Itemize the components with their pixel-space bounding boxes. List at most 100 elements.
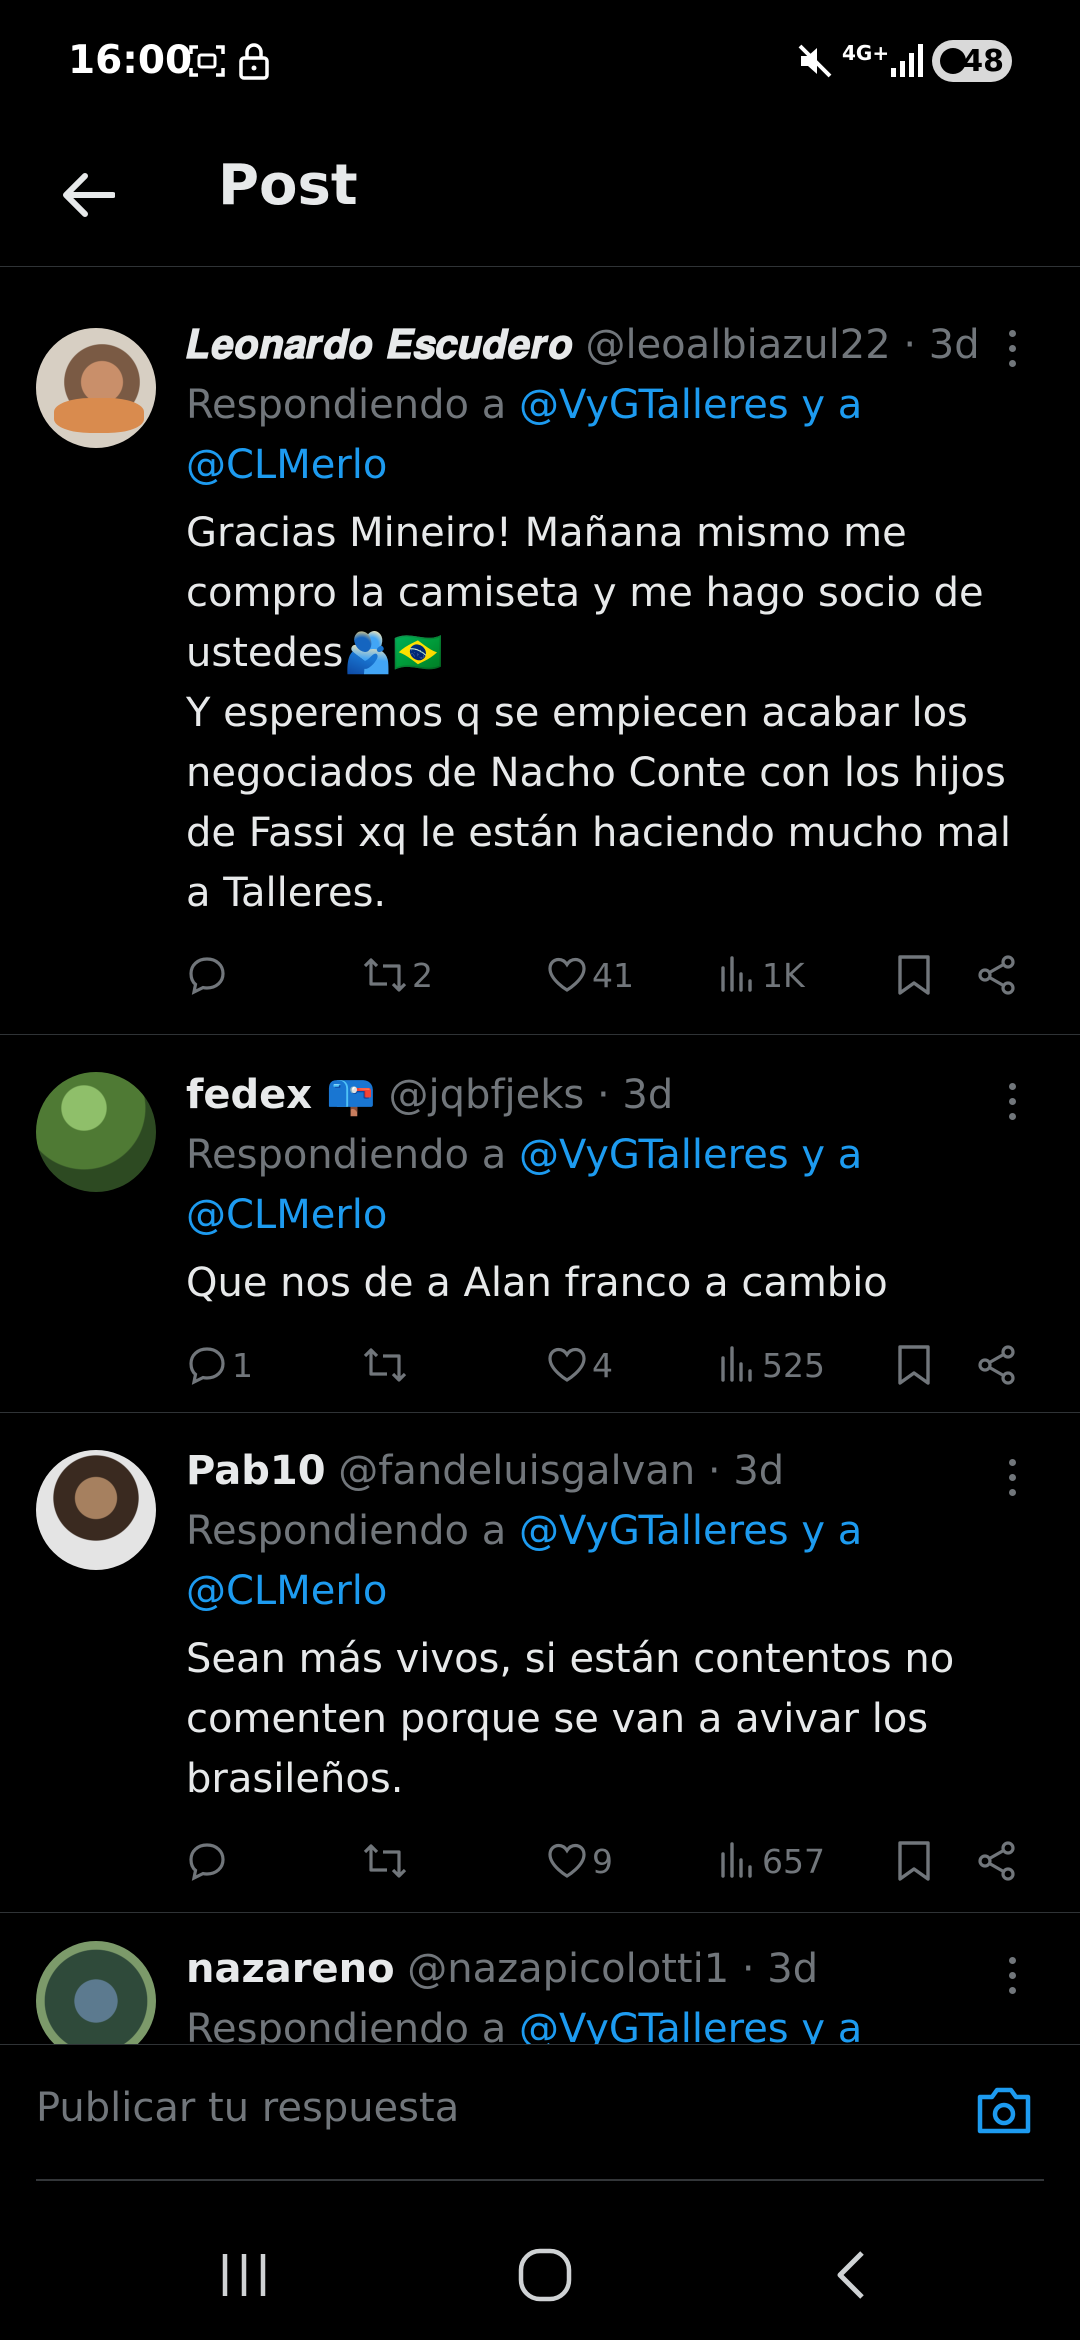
replying-to-label: Respondiendo a [186, 1508, 519, 1554]
author-handle[interactable]: @leoalbiazul22 [585, 322, 890, 368]
retweet-icon [363, 1844, 407, 1878]
reply-input[interactable]: Publicar tu respuesta [36, 2085, 459, 2131]
more-options-icon[interactable] [992, 1447, 1032, 1507]
mention-link[interactable]: @VyGTalleres y a [519, 2006, 862, 2044]
signal-icon [890, 42, 924, 82]
author-handle[interactable]: @jqbfjeks [389, 1072, 585, 1118]
retweet-count: 2 [412, 955, 433, 995]
replying-to-label: Respondiendo a [186, 2006, 519, 2044]
bookmark-button[interactable] [896, 945, 932, 1005]
back-button[interactable] [48, 155, 128, 235]
tweet[interactable]: Pab10 @fandeluisgalvan · 3d Respondiendo… [0, 1413, 1080, 1913]
views-count: 525 [762, 1345, 825, 1385]
tweet-time: · 3d [903, 322, 980, 368]
network-type: 4G+ [842, 41, 890, 65]
reply-icon [189, 957, 225, 995]
mute-icon [796, 42, 834, 84]
more-options-icon[interactable] [992, 1071, 1032, 1131]
avatar[interactable] [36, 1450, 156, 1570]
like-button[interactable]: 41 [546, 945, 634, 1005]
like-icon [548, 1347, 586, 1382]
views-button[interactable]: 1K [718, 945, 805, 1005]
bookmark-button[interactable] [896, 1335, 932, 1395]
arrow-left-icon [63, 173, 115, 217]
replying-to: Respondiendo a @VyGTalleres y a @CLMerlo [186, 1125, 1040, 1245]
author-name[interactable]: nazareno [186, 1946, 395, 1992]
replying-to-label: Respondiendo a [186, 1132, 519, 1178]
views-icon [721, 1346, 752, 1382]
bookmark-icon [898, 1345, 930, 1385]
like-button[interactable]: 9 [546, 1831, 613, 1891]
share-button[interactable] [976, 1831, 1018, 1891]
tweet-header: 𝑳𝒆𝒐𝒏𝒂𝒓𝒅𝒐 𝑬𝒔𝒄𝒖𝒅𝒆𝒓𝒐 @leoalbiazul22 · 3d [186, 315, 1040, 375]
camera-button[interactable] [968, 2075, 1040, 2147]
views-button[interactable]: 525 [718, 1335, 825, 1395]
tweet[interactable]: fedex 📪 @jqbfjeks · 3d Respondiendo a @V… [0, 1035, 1080, 1413]
bookmark-button[interactable] [896, 1831, 932, 1891]
retweet-icon [363, 1348, 407, 1382]
avatar[interactable] [36, 1941, 156, 2044]
screenshot-icon [188, 42, 226, 84]
author-name[interactable]: fedex 📪 [186, 1072, 376, 1118]
retweet-button[interactable] [362, 1831, 412, 1891]
lock-icon [238, 42, 270, 84]
bookmark-icon [898, 1841, 930, 1881]
nav-back-button[interactable] [805, 2230, 895, 2320]
reply-button[interactable] [186, 945, 232, 1005]
reply-icon [189, 1843, 225, 1881]
avatar[interactable] [36, 328, 156, 448]
mention-link[interactable]: @CLMerlo [186, 442, 387, 488]
composer-divider [36, 2179, 1044, 2181]
retweet-button[interactable]: 2 [362, 945, 433, 1005]
share-icon [978, 1841, 1015, 1881]
reply-button[interactable]: 1 [186, 1335, 253, 1395]
reply-button[interactable] [186, 1831, 232, 1891]
reply-count: 1 [232, 1345, 253, 1385]
mention-link[interactable]: @VyGTalleres y a [519, 1132, 862, 1178]
author-name[interactable]: 𝑳𝒆𝒐𝒏𝒂𝒓𝒅𝒐 𝑬𝒔𝒄𝒖𝒅𝒆𝒓𝒐 [186, 322, 573, 368]
tweet-header: nazareno @nazapicolotti1 · 3d [186, 1939, 1040, 1999]
avatar[interactable] [36, 1072, 156, 1192]
author-handle[interactable]: @fandeluisgalvan [338, 1448, 695, 1494]
back-icon [837, 2251, 864, 2299]
tweet[interactable]: 𝑳𝒆𝒐𝒏𝒂𝒓𝒅𝒐 𝑬𝒔𝒄𝒖𝒅𝒆𝒓𝒐 @leoalbiazul22 · 3d Re… [0, 268, 1080, 1035]
battery-icon: 48 [932, 40, 1012, 82]
share-button[interactable] [976, 1335, 1018, 1395]
views-count: 1K [762, 955, 805, 995]
mention-link[interactable]: @VyGTalleres y a [519, 1508, 862, 1554]
like-button[interactable]: 4 [546, 1335, 613, 1395]
recents-icon [222, 2254, 266, 2296]
tweet-text: Sean más vivos, si están contentos no co… [186, 1636, 955, 1802]
mention-link[interactable]: @CLMerlo [186, 1568, 387, 1614]
retweet-button[interactable] [362, 1335, 412, 1395]
tweet-header: fedex 📪 @jqbfjeks · 3d [186, 1065, 1040, 1125]
views-button[interactable]: 657 [718, 1831, 825, 1891]
mention-link[interactable]: @CLMerlo [186, 1192, 387, 1238]
like-count: 4 [592, 1345, 613, 1385]
author-handle[interactable]: @nazapicolotti1 [407, 1946, 729, 1992]
system-nav-bar [0, 2200, 1080, 2340]
author-name[interactable]: Pab10 [186, 1448, 326, 1494]
battery-level: 48 [962, 43, 1004, 79]
share-button[interactable] [976, 945, 1018, 1005]
recents-button[interactable] [199, 2230, 289, 2320]
status-time: 16:00 [68, 38, 193, 83]
tweet[interactable]: nazareno @nazapicolotti1 · 3d Respondien… [0, 1913, 1080, 2044]
replying-to: Respondiendo a @VyGTalleres y a [186, 1999, 1040, 2044]
tweet-time: · 3d [707, 1448, 785, 1494]
retweet-icon [363, 958, 407, 992]
like-count: 9 [592, 1841, 613, 1881]
tweet-time: · 3d [741, 1946, 819, 1992]
home-button[interactable] [500, 2230, 590, 2320]
share-icon [978, 1345, 1015, 1385]
views-icon [721, 956, 752, 992]
reply-composer[interactable]: Publicar tu respuesta [0, 2044, 1080, 2184]
tweet-actions: 9 657 [186, 1819, 1040, 1909]
more-options-icon[interactable] [992, 318, 1032, 378]
mention-link[interactable]: @VyGTalleres y a [519, 382, 862, 428]
status-bar: 16:00 4G+ 48 [0, 0, 1080, 125]
bookmark-icon [898, 955, 930, 995]
more-options-icon[interactable] [992, 1945, 1032, 2005]
tweet-actions: 2 41 1K [186, 933, 1040, 1023]
replies-feed[interactable]: 𝑳𝒆𝒐𝒏𝒂𝒓𝒅𝒐 𝑬𝒔𝒄𝒖𝒅𝒆𝒓𝒐 @leoalbiazul22 · 3d Re… [0, 268, 1080, 2044]
